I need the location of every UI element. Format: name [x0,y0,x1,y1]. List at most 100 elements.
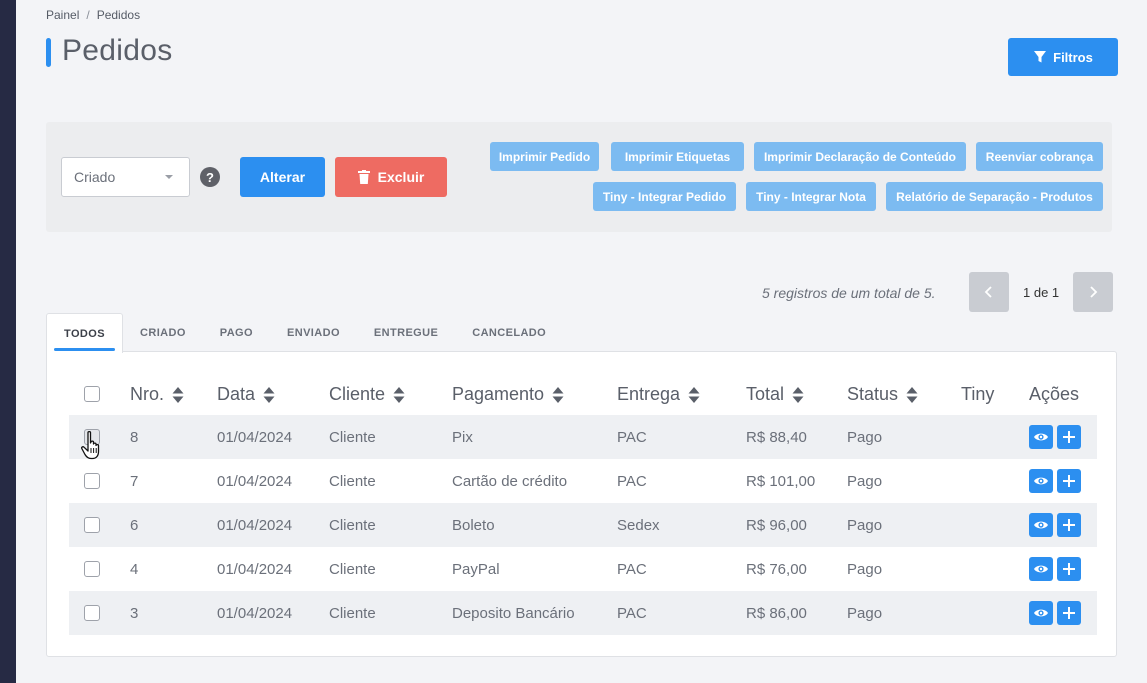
sort-icon [263,386,275,403]
excluir-button-label: Excluir [377,169,425,185]
column-header-pagamento[interactable]: Pagamento [452,384,564,405]
sort-icon [393,386,405,403]
column-header-nro[interactable]: Nro. [130,384,184,405]
cell-data: 01/04/2024 [217,429,293,446]
add-order-button[interactable] [1057,469,1081,493]
breadcrumb-separator: / [86,8,90,22]
print-declaration-button[interactable]: Imprimir Declaração de Conteúdo [754,142,966,171]
cell-nro: 7 [130,473,139,490]
tab-entregue[interactable]: ENTREGUE [357,313,455,353]
cell-cliente: Cliente [329,605,376,622]
column-header-label: Status [847,384,899,404]
resend-charge-button[interactable]: Reenviar cobrança [976,142,1103,171]
cell-entrega: PAC [617,605,647,622]
plus-icon [1063,475,1075,487]
table-row[interactable]: 6 01/04/2024 Cliente Boleto Sedex R$ 96,00 Pag… [69,503,1097,547]
view-order-button[interactable] [1029,469,1053,493]
cell-data: 01/04/2024 [217,517,293,534]
trash-icon [357,170,370,184]
alterar-button[interactable]: Alterar [240,157,325,197]
status-tabs: TODOS CRIADO PAGO ENVIADO ENTREGUE CANCE… [46,313,563,353]
add-order-button[interactable] [1057,425,1081,449]
plus-icon [1063,431,1075,443]
tab-pago[interactable]: PAGO [203,313,270,353]
cell-status: Pago [847,429,883,446]
sort-icon [792,386,804,403]
cell-data: 01/04/2024 [217,473,293,490]
pagination-next-button[interactable] [1073,272,1113,312]
view-order-button[interactable] [1029,425,1053,449]
cell-cliente: Cliente [329,473,376,490]
plus-icon [1063,607,1075,619]
eye-icon [1034,565,1048,573]
cell-nro: 4 [130,561,139,578]
select-all-checkbox[interactable] [84,386,100,402]
row-checkbox[interactable] [84,517,100,533]
help-icon[interactable]: ? [200,167,220,187]
tab-criado[interactable]: CRIADO [123,313,203,353]
cell-status: Pago [847,473,883,490]
add-order-button[interactable] [1057,557,1081,581]
status-select[interactable]: Criado [61,157,190,197]
column-header-status[interactable]: Status [847,384,918,405]
column-header-label: Pagamento [452,384,545,404]
view-order-button[interactable] [1029,513,1053,537]
pagination-prev-button[interactable] [969,272,1009,312]
cell-total: R$ 96,00 [746,517,807,534]
tiny-integrate-order-button[interactable]: Tiny - Integrar Pedido [593,182,736,211]
column-header-label: Cliente [329,384,386,404]
cell-entrega: PAC [617,561,647,578]
main-content: Painel / Pedidos Pedidos Filtros Criado ? … [16,0,1147,683]
cell-nro: 6 [130,517,139,534]
table-header-row: Nro. Data Cliente Pagamento Entrega Tota… [69,378,1097,410]
cell-total: R$ 101,00 [746,473,816,490]
cell-entrega: PAC [617,429,647,446]
filters-button[interactable]: Filtros [1008,38,1118,76]
breadcrumb-current: Pedidos [96,8,141,22]
table-row[interactable]: 7 01/04/2024 Cliente Cartão de crédito PAC R$… [69,459,1097,503]
column-header-entrega[interactable]: Entrega [617,384,700,405]
column-header-label: Entrega [617,384,681,404]
tab-enviado[interactable]: ENVIADO [270,313,357,353]
eye-icon [1034,433,1048,441]
caret-down-icon [165,175,173,179]
column-header-total[interactable]: Total [746,384,804,405]
plus-icon [1063,563,1075,575]
orders-table: Nro. Data Cliente Pagamento Entrega Tota… [46,351,1117,657]
filters-button-label: Filtros [1053,49,1093,65]
cell-pagamento: Deposito Bancário [452,605,575,622]
bulk-actions-panel: Criado ? Alterar Excluir Imprimir Pedido… [46,122,1112,232]
row-checkbox[interactable] [84,473,100,489]
tab-cancelado[interactable]: CANCELADO [455,313,563,353]
hand-pointer-icon [81,430,100,460]
print-labels-button[interactable]: Imprimir Etiquetas [611,142,744,171]
table-row[interactable]: 3 01/04/2024 Cliente Deposito Bancário PAC R$… [69,591,1097,635]
table-row[interactable]: 4 01/04/2024 Cliente PayPal PAC R$ 76,00 Pago [69,547,1097,591]
table-row[interactable]: 8 01/04/2024 Cliente Pix PAC R$ 88,40 Pago [69,415,1097,459]
cell-pagamento: Cartão de crédito [452,473,568,490]
filter-icon [1034,51,1047,63]
excluir-button[interactable]: Excluir [335,157,447,197]
records-info: 5 registros de um total de 5. [762,285,936,301]
row-checkbox[interactable] [84,561,100,577]
column-header-label: Nro. [130,384,165,404]
tab-todos[interactable]: TODOS [46,313,123,353]
chevron-right-icon [1090,286,1098,298]
breadcrumb: Painel / Pedidos [46,8,140,22]
add-order-button[interactable] [1057,513,1081,537]
status-select-value: Criado [74,169,116,185]
add-order-button[interactable] [1057,601,1081,625]
separation-report-button[interactable]: Relatório de Separação - Produtos [886,182,1103,211]
view-order-button[interactable] [1029,557,1053,581]
column-header-cliente[interactable]: Cliente [329,384,405,405]
column-header-data[interactable]: Data [217,384,275,405]
cell-data: 01/04/2024 [217,605,293,622]
breadcrumb-root[interactable]: Painel [46,8,79,22]
row-checkbox[interactable] [84,605,100,621]
print-order-button[interactable]: Imprimir Pedido [490,142,599,171]
cell-nro: 8 [130,429,139,446]
cell-cliente: Cliente [329,561,376,578]
tiny-integrate-invoice-button[interactable]: Tiny - Integrar Nota [746,182,876,211]
view-order-button[interactable] [1029,601,1053,625]
chevron-left-icon [984,286,992,298]
